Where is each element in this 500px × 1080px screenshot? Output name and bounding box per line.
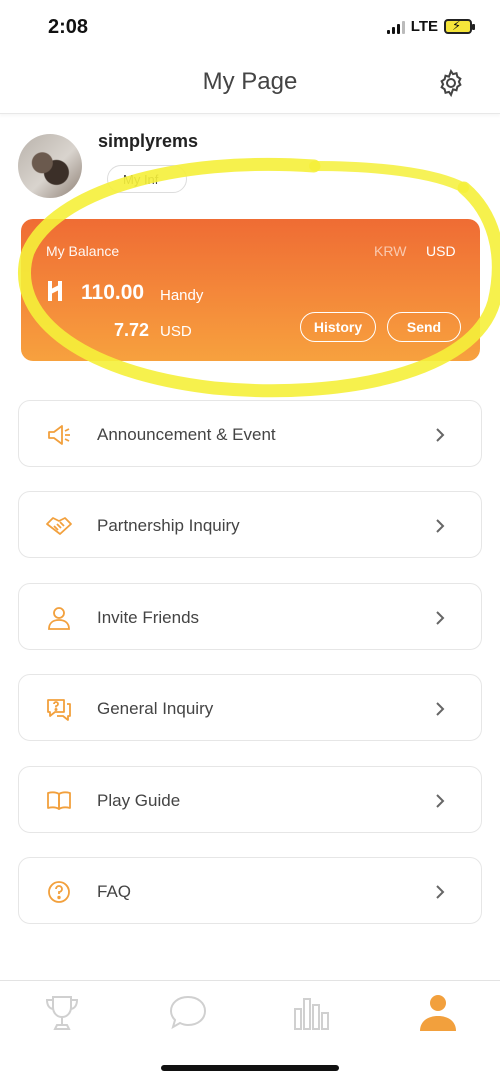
- gear-icon[interactable]: [436, 68, 466, 98]
- chevron-right-icon: [436, 519, 445, 533]
- username: simplyrems: [98, 131, 199, 151]
- question-chat-icon: [47, 699, 71, 721]
- menu-item-announcement[interactable]: Announcement & Event: [18, 400, 482, 467]
- chevron-right-icon: [436, 702, 445, 716]
- trophy-icon[interactable]: [40, 991, 84, 1035]
- menu-item-label: General Inquiry: [97, 699, 214, 718]
- menu-item-label: Invite Friends: [97, 608, 200, 627]
- token-unit: Handy: [160, 287, 204, 304]
- book-icon: [47, 791, 71, 810]
- my-info-button[interactable]: My Inf: [107, 165, 187, 193]
- history-button[interactable]: History: [300, 312, 376, 342]
- currency-usd-toggle[interactable]: USD: [426, 243, 456, 259]
- menu-item-play-guide[interactable]: Play Guide: [18, 766, 482, 833]
- status-indicators: LTE ⚡: [386, 18, 475, 35]
- fiat-amount: 7.72: [114, 320, 150, 340]
- menu-item-invite-friends[interactable]: Invite Friends: [18, 583, 482, 650]
- header: My Page: [0, 56, 500, 114]
- menu-item-faq[interactable]: FAQ: [18, 857, 482, 924]
- menu-item-label: Play Guide: [97, 791, 181, 810]
- chevron-right-icon: [436, 885, 445, 899]
- page-title: My Page: [202, 68, 298, 95]
- avatar[interactable]: [18, 134, 82, 198]
- chevron-right-icon: [436, 794, 445, 808]
- signal-icon: [386, 20, 405, 34]
- handshake-icon: [46, 517, 72, 535]
- megaphone-icon: [48, 425, 70, 445]
- person-icon[interactable]: [416, 991, 460, 1035]
- status-bar: 2:08 LTE ⚡: [0, 0, 500, 56]
- bar-chart-icon[interactable]: [290, 991, 334, 1035]
- menu-item-partnership[interactable]: Partnership Inquiry: [18, 491, 482, 558]
- chevron-right-icon: [436, 611, 445, 625]
- home-indicator: [161, 1065, 339, 1071]
- network-label: LTE: [410, 18, 438, 35]
- balance-card: My Balance KRW USD 110.00 Handy 7.72 USD…: [21, 219, 480, 361]
- question-circle-icon: [48, 881, 70, 903]
- fiat-unit: USD: [160, 323, 192, 340]
- person-icon: [48, 607, 70, 630]
- chat-bubble-icon[interactable]: [166, 991, 210, 1035]
- battery-icon: ⚡: [444, 18, 475, 34]
- menu-item-label: FAQ: [97, 882, 132, 901]
- menu-item-general-inquiry[interactable]: General Inquiry: [18, 674, 482, 741]
- menu-item-label: Announcement & Event: [97, 425, 276, 444]
- currency-krw-toggle[interactable]: KRW: [374, 243, 406, 259]
- chevron-right-icon: [436, 428, 445, 442]
- handy-logo-icon: [48, 281, 62, 301]
- status-time: 2:08: [48, 16, 89, 38]
- token-amount: 110.00: [81, 281, 145, 304]
- menu-item-label: Partnership Inquiry: [97, 516, 240, 535]
- send-button[interactable]: Send: [387, 312, 461, 342]
- balance-title: My Balance: [46, 243, 120, 259]
